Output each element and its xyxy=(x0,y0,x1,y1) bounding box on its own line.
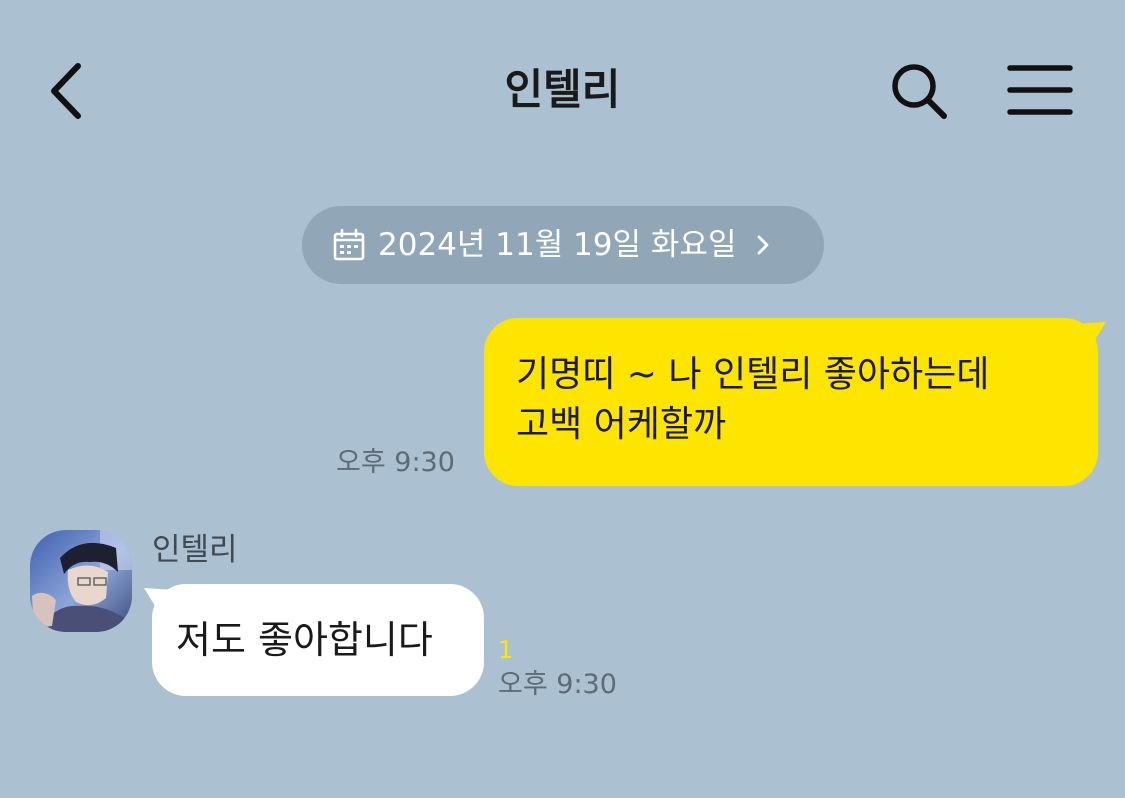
message-timestamp: 오후 9:30 xyxy=(498,669,617,700)
bubble-tail xyxy=(144,588,174,614)
hamburger-menu-icon xyxy=(1007,65,1073,115)
date-divider[interactable]: 2024년 11월 19일 화요일 xyxy=(302,206,824,284)
calendar-icon xyxy=(332,228,366,262)
search-icon xyxy=(892,64,947,119)
message-line: 기명띠 ~ 나 인텔리 좋아하는데 xyxy=(516,354,990,395)
unread-count: 1 xyxy=(498,636,514,664)
date-label: 2024년 11월 19일 화요일 xyxy=(378,227,737,263)
message-line: 고백 어케할까 xyxy=(516,404,727,445)
sender-name: 인텔리 xyxy=(152,532,238,568)
bubble-tail xyxy=(1076,322,1106,348)
chat-header: 인텔리 xyxy=(0,0,1125,180)
incoming-message-bubble[interactable]: 저도 좋아합니다 xyxy=(144,584,484,696)
chevron-right-icon xyxy=(754,232,772,258)
search-button[interactable] xyxy=(888,60,952,124)
outgoing-message-bubble[interactable]: 기명띠 ~ 나 인텔리 좋아하는데 고백 어케할까 xyxy=(484,318,1106,486)
message-timestamp: 오후 9:30 xyxy=(336,447,455,478)
profile-image xyxy=(30,530,132,632)
message-text: 저도 좋아합니다 xyxy=(176,618,433,662)
menu-button[interactable] xyxy=(1004,62,1076,118)
chat-title: 인텔리 xyxy=(504,65,621,114)
avatar[interactable] xyxy=(30,530,132,632)
